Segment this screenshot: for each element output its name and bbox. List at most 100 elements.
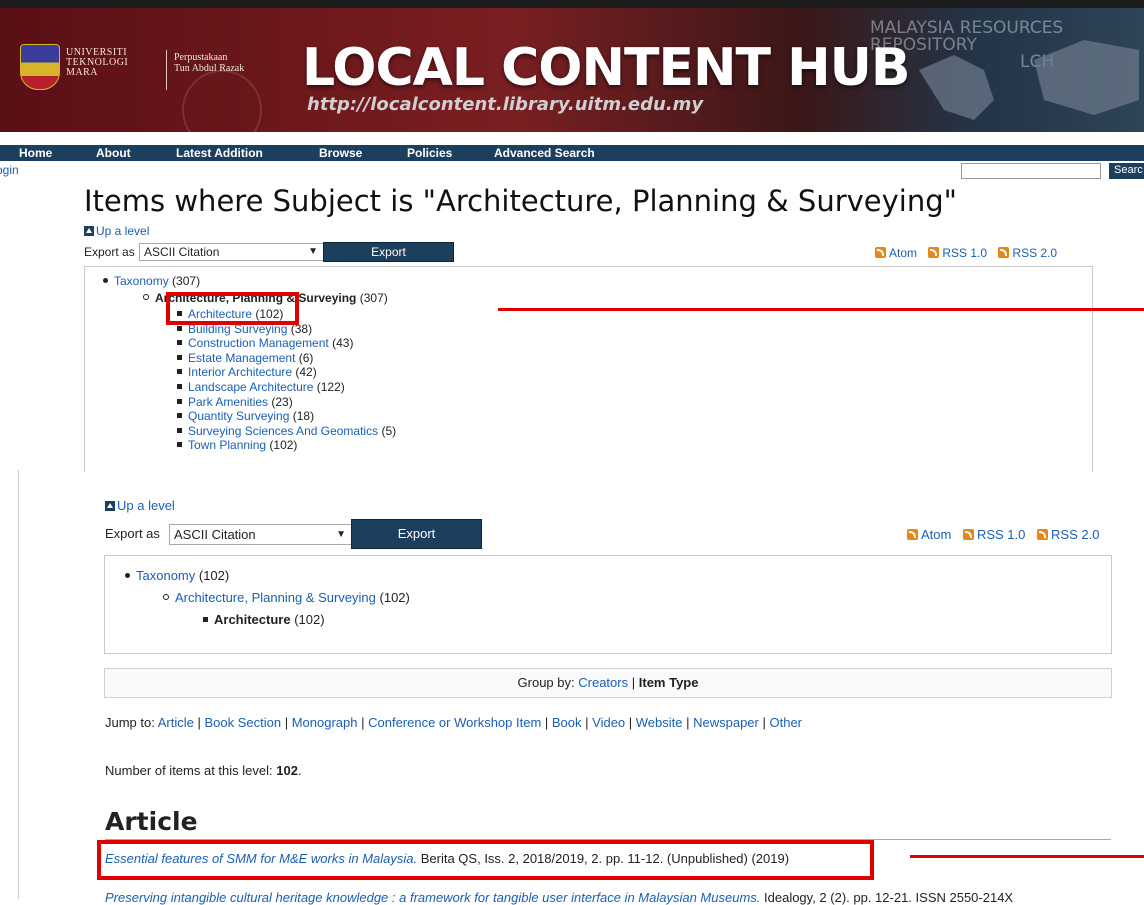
rss1-feed-link[interactable]: RSS 1.0: [928, 246, 987, 260]
group-by-creators-link[interactable]: Creators: [578, 675, 628, 690]
login-search-bar: ogin Searc: [0, 161, 1144, 181]
group-by-label: Group by:: [517, 675, 575, 690]
square-bullet: [177, 354, 182, 360]
jump-to-link[interactable]: Article: [158, 715, 194, 730]
square-bullet: [203, 617, 208, 622]
export-button[interactable]: Export: [323, 242, 454, 262]
jump-to-link[interactable]: Book Section: [205, 715, 282, 730]
nav-latest-addition[interactable]: Latest Addition: [176, 146, 263, 160]
parent-count: (307): [359, 291, 388, 305]
site-url: http://localcontent.library.uitm.edu.my: [307, 94, 704, 115]
entry-citation: Idealogy, 2 (2). pp. 12-21. ISSN 2550-21…: [764, 890, 1014, 905]
university-name: UNIVERSITI TEKNOLOGI MARA: [66, 48, 128, 78]
highlight-box-entry: [97, 840, 874, 880]
page-title: Items where Subject is "Architecture, Pl…: [84, 184, 957, 218]
subject-child-item: Surveying Sciences And Geomatics (5): [177, 424, 396, 439]
group-by-item-type: Item Type: [638, 675, 699, 690]
subject-child-link[interactable]: Town Planning: [188, 438, 266, 452]
parent-subject-link[interactable]: Architecture, Planning & Surveying: [175, 590, 376, 605]
subject-child-item: Quantity Surveying (18): [177, 409, 396, 424]
jump-to-link[interactable]: Other: [769, 715, 802, 730]
number-of-items: Number of items at this level: 102.: [105, 763, 302, 778]
jump-to-link[interactable]: Video: [592, 715, 625, 730]
bullet: [125, 573, 130, 578]
search-input[interactable]: [961, 163, 1101, 179]
jump-to-link[interactable]: Newspaper: [693, 715, 759, 730]
square-bullet: [177, 427, 182, 433]
up-level-link[interactable]: Up a level: [105, 498, 175, 513]
nav-advanced-search[interactable]: Advanced Search: [494, 146, 595, 160]
rss1-feed-link[interactable]: RSS 1.0: [962, 527, 1026, 542]
chevron-down-icon: ▼: [336, 529, 346, 540]
jump-to-label: Jump to:: [105, 715, 155, 730]
nav-about[interactable]: About: [96, 146, 131, 160]
nav-home[interactable]: Home: [19, 146, 52, 160]
taxonomy-link[interactable]: Taxonomy: [136, 568, 195, 583]
highlight-pointer-line: [498, 308, 1144, 311]
rss2-feed-link[interactable]: RSS 2.0: [998, 246, 1057, 260]
num-items-label: Number of items at this level:: [105, 763, 273, 778]
export-format-select[interactable]: ASCII Citation ▼: [139, 243, 324, 261]
group-by-bar: Group by: Creators | Item Type: [104, 668, 1112, 698]
uni-line-3: MARA: [66, 67, 99, 78]
subject-child-count: (6): [298, 350, 314, 365]
square-bullet: [177, 325, 182, 331]
up-level-link[interactable]: Up a level: [84, 224, 149, 238]
current-count: (102): [294, 612, 325, 627]
highlight-pointer-line: [910, 855, 1144, 858]
login-link[interactable]: ogin: [0, 163, 19, 177]
subject-child-link[interactable]: Quantity Surveying: [188, 409, 289, 423]
subject-child-count: (43): [332, 336, 354, 351]
subject-child-link[interactable]: Landscape Architecture: [188, 380, 313, 394]
jump-to-link[interactable]: Book: [552, 715, 582, 730]
taxonomy-link[interactable]: Taxonomy: [114, 274, 169, 288]
rss1-label: RSS 1.0: [976, 527, 1026, 542]
rss-icon: [1037, 529, 1049, 540]
square-bullet: [177, 442, 182, 448]
list-item: Preserving intangible cultural heritage …: [105, 890, 1013, 905]
atom-label: Atom: [921, 527, 952, 542]
taxonomy-count: (307): [172, 274, 201, 288]
up-level-label: Up a level: [96, 224, 150, 238]
subject-child-item: Interior Architecture (42): [177, 365, 396, 380]
subject-child-link[interactable]: Estate Management: [188, 351, 295, 365]
entry-title-link[interactable]: Preserving intangible cultural heritage …: [105, 890, 760, 905]
rss-icon: [875, 247, 886, 258]
highlight-box-architecture: [166, 292, 299, 325]
subject-child-count: (102): [269, 438, 298, 453]
subject-child-link[interactable]: Surveying Sciences And Geomatics: [188, 424, 378, 438]
subject-child-link[interactable]: Park Amenities: [188, 395, 268, 409]
jump-to-link[interactable]: Website: [636, 715, 683, 730]
ring-bullet: [143, 294, 149, 300]
banner-divider: [166, 50, 167, 90]
subject-child-count: (18): [292, 409, 315, 424]
separator: |: [758, 715, 770, 730]
separator: |: [581, 715, 593, 730]
export-format-select[interactable]: ASCII Citation ▼: [169, 524, 352, 545]
export-button[interactable]: Export: [351, 519, 482, 549]
section-heading-article: Article: [105, 807, 198, 836]
jump-to-link[interactable]: Monograph: [292, 715, 358, 730]
subject-child-count: (122): [316, 379, 345, 394]
rss2-feed-link[interactable]: RSS 2.0: [1037, 527, 1099, 542]
nav-browse[interactable]: Browse: [319, 146, 362, 160]
export-label: Export as: [105, 526, 160, 541]
subject-child-link[interactable]: Interior Architecture: [188, 365, 292, 379]
page-left-rule: [18, 470, 19, 899]
rss-icon: [998, 247, 1010, 258]
rss2-label: RSS 2.0: [1051, 527, 1100, 542]
search-button[interactable]: Searc: [1109, 163, 1144, 179]
square-bullet: [177, 369, 182, 375]
decorative-circle: [182, 70, 262, 132]
atom-feed-link[interactable]: Atom: [907, 527, 951, 542]
up-level-label: Up a level: [117, 498, 175, 513]
subject-child-item: Estate Management (6): [177, 351, 396, 366]
bullet: [103, 278, 108, 283]
nav-policies[interactable]: Policies: [407, 146, 452, 160]
jump-to-link[interactable]: Conference or Workshop Item: [368, 715, 541, 730]
separator: |: [625, 715, 636, 730]
jump-to-links: Article | Book Section | Monograph | Con…: [158, 715, 802, 730]
atom-feed-link[interactable]: Atom: [875, 246, 917, 260]
subject-child-link[interactable]: Construction Management: [188, 336, 329, 350]
square-bullet: [177, 398, 182, 404]
